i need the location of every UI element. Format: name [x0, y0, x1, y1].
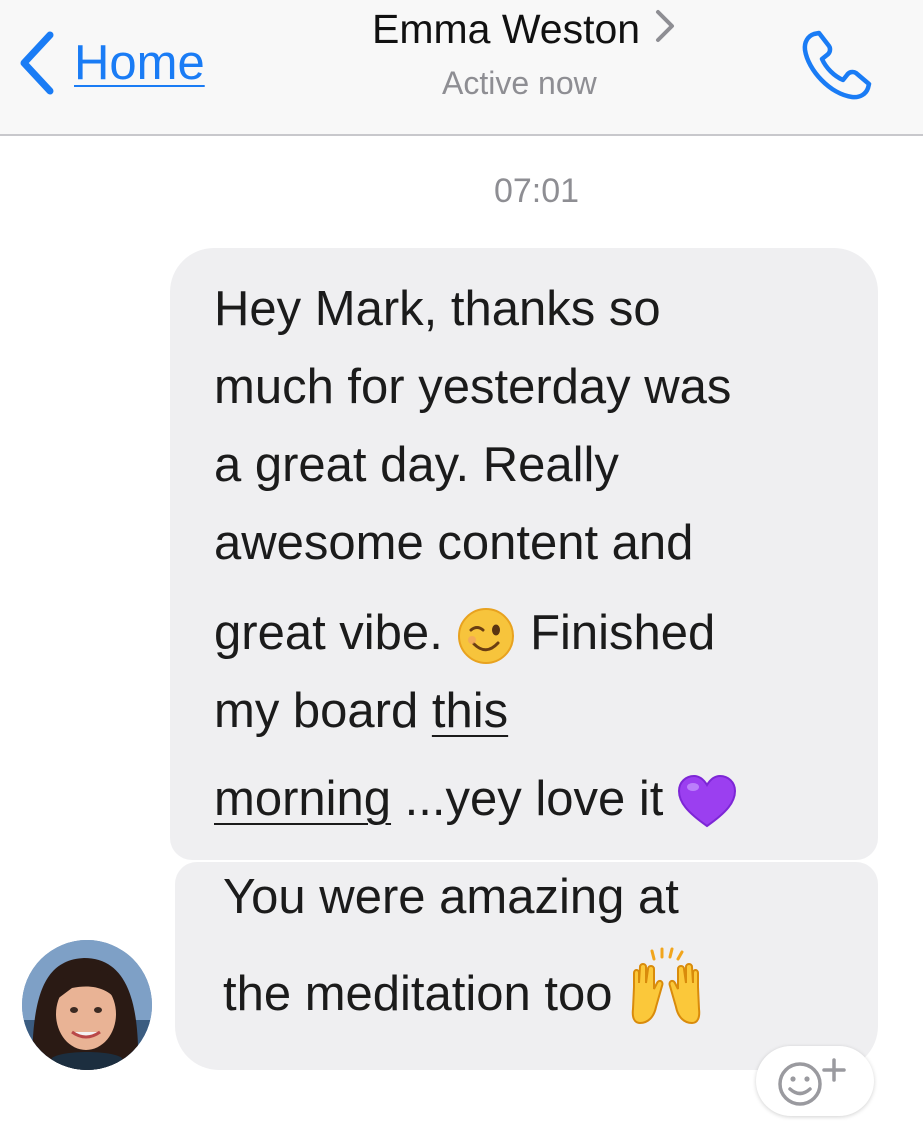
- message-bubble[interactable]: Hey Mark, thanks so much for yesterday w…: [170, 248, 878, 860]
- message-text: Finished: [530, 606, 716, 660]
- message-text: the meditation too: [223, 967, 613, 1021]
- message-bubble[interactable]: You were amazing at the meditation too: [175, 862, 878, 1070]
- message-line: morning ...yey love it: [214, 760, 848, 838]
- message-line: a great day. Really: [214, 438, 619, 492]
- call-button[interactable]: [796, 26, 876, 106]
- phone-icon: [802, 30, 872, 100]
- message-line: great vibe. Finished: [214, 594, 848, 672]
- avatar-photo: [22, 940, 152, 1070]
- contact-name: Emma Weston: [372, 6, 641, 52]
- avatar[interactable]: [22, 940, 152, 1070]
- message-link[interactable]: morning: [214, 772, 391, 826]
- message-line: You were amazing at: [223, 870, 679, 924]
- message-text: my board: [214, 684, 432, 738]
- message-line: much for yesterday was: [214, 360, 732, 414]
- raising-hands-icon: [626, 947, 706, 1029]
- navigation-bar: Home Emma Weston Active now: [0, 0, 923, 136]
- message-line: Hey Mark, thanks so: [214, 282, 661, 336]
- back-label: Home: [74, 36, 205, 90]
- chevron-left-icon: [20, 31, 54, 95]
- winking-face-icon: [456, 606, 516, 666]
- purple-heart-icon: [677, 772, 737, 832]
- contact-name-row[interactable]: Emma Weston: [372, 6, 780, 53]
- conversation-title[interactable]: Emma Weston Active now: [300, 6, 780, 102]
- add-reaction-button[interactable]: [756, 1046, 874, 1116]
- message-timestamp: 07:01: [493, 172, 580, 210]
- back-button[interactable]: Home: [18, 28, 205, 98]
- message-text: great vibe.: [214, 606, 443, 660]
- add-reaction-icon: [778, 1058, 846, 1106]
- message-link[interactable]: this: [432, 684, 508, 738]
- message-line: awesome content and: [214, 516, 694, 570]
- message-line: my board this: [214, 672, 848, 750]
- message-line: the meditation too: [223, 947, 848, 1034]
- contact-status: Active now: [442, 65, 597, 101]
- chevron-right-icon: [654, 6, 676, 53]
- message-text: ...yey love it: [391, 772, 664, 826]
